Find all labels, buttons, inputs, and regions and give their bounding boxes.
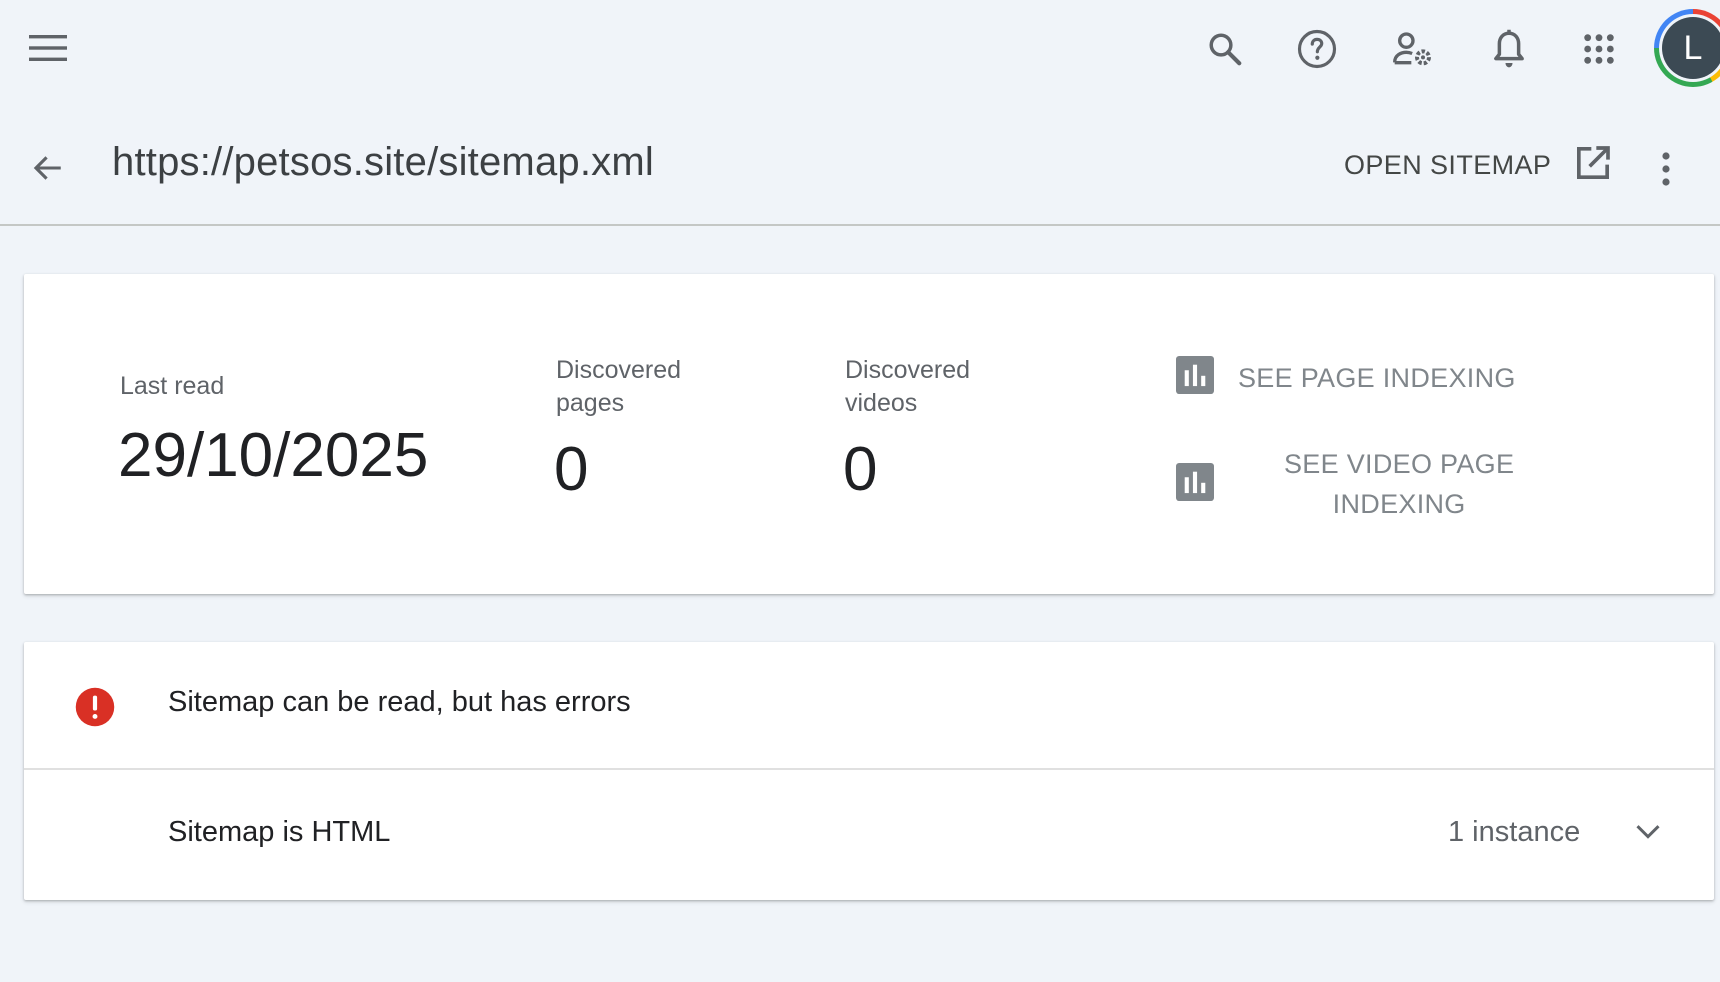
issue-row[interactable]: Sitemap is HTML 1 instance: [24, 770, 1714, 900]
discovered-videos-label: Discovered videos: [845, 354, 970, 420]
last-read-value: 29/10/2025: [118, 421, 429, 490]
discovered-videos-label-line2: videos: [845, 389, 918, 417]
see-page-indexing-button[interactable]: SEE PAGE INDEXING: [1176, 356, 1516, 399]
discovered-pages-label-line1: Discovered: [556, 356, 682, 384]
apps-grid-icon[interactable]: [1574, 24, 1624, 74]
sitemap-stats-card: Last read 29/10/2025 Discovered pages 0 …: [24, 274, 1714, 594]
chevron-down-icon[interactable]: [1634, 822, 1662, 847]
issue-instance-count: 1 instance: [1448, 816, 1581, 848]
error-status-header: Sitemap can be read, but has errors: [24, 642, 1714, 770]
see-video-page-indexing-line1: SEE VIDEO PAGE: [1284, 449, 1515, 479]
page-title: https://petsos.site/sitemap.xml: [112, 140, 654, 184]
discovered-pages-label-line2: pages: [556, 389, 625, 417]
issue-title: Sitemap is HTML: [168, 816, 391, 848]
see-video-page-indexing-label: SEE VIDEO PAGE INDEXING: [1284, 444, 1514, 524]
more-vert-icon[interactable]: [1642, 144, 1690, 194]
sitemap-errors-card: Sitemap can be read, but has errors Site…: [24, 642, 1714, 900]
help-icon[interactable]: [1292, 24, 1342, 74]
open-sitemap-button[interactable]: OPEN SITEMAP: [1344, 140, 1613, 190]
discovered-videos-label-line1: Discovered: [845, 356, 971, 384]
top-app-bar: L: [0, 0, 1720, 96]
see-video-page-indexing-line2: INDEXING: [1332, 489, 1466, 519]
bell-icon[interactable]: [1484, 24, 1534, 74]
sitemap-title-row: https://petsos.site/sitemap.xml OPEN SIT…: [0, 110, 1720, 226]
bar-chart-icon: [1176, 356, 1214, 399]
last-read-label: Last read: [120, 372, 225, 400]
search-icon[interactable]: [1200, 24, 1250, 74]
see-page-indexing-label: SEE PAGE INDEXING: [1238, 362, 1516, 393]
bar-chart-icon: [1176, 462, 1214, 506]
discovered-pages-value: 0: [554, 435, 589, 504]
avatar-initial: L: [1662, 17, 1720, 79]
arrow-back-icon[interactable]: [24, 144, 72, 192]
error-icon: [74, 686, 116, 733]
see-video-page-indexing-button[interactable]: SEE VIDEO PAGE INDEXING: [1176, 444, 1514, 524]
discovered-videos-value: 0: [843, 435, 878, 504]
manage-accounts-icon[interactable]: [1388, 24, 1438, 74]
account-avatar[interactable]: L: [1654, 9, 1720, 87]
discovered-pages-label: Discovered pages: [556, 354, 681, 420]
error-status-title: Sitemap can be read, but has errors: [168, 686, 631, 718]
open-in-new-icon: [1573, 143, 1613, 188]
avatar-ring: L: [1659, 14, 1720, 82]
open-sitemap-label: OPEN SITEMAP: [1344, 149, 1552, 180]
menu-icon[interactable]: [22, 24, 74, 72]
